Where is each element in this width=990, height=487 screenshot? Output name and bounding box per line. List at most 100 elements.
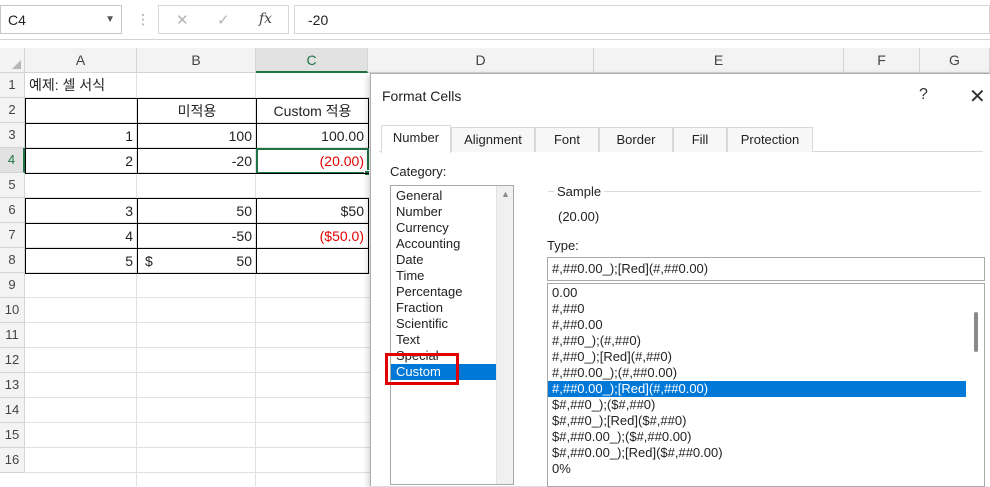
- category-list[interactable]: General Number Currency Accounting Date …: [390, 185, 514, 485]
- cell-c7[interactable]: ($50.0): [256, 223, 369, 249]
- type-item[interactable]: #,##0_);(#,##0): [548, 333, 966, 349]
- column-header-e[interactable]: E: [594, 48, 844, 73]
- row-header-16[interactable]: 16: [0, 448, 25, 473]
- cell-b3[interactable]: 100: [137, 123, 257, 149]
- cell-a4[interactable]: 2: [25, 148, 138, 174]
- enter-icon[interactable]: ✓: [217, 11, 230, 29]
- close-icon[interactable]: ✕: [969, 84, 986, 109]
- name-box[interactable]: C4 ▼: [0, 5, 122, 34]
- row-header-9[interactable]: 9: [0, 273, 25, 298]
- row-header-2[interactable]: 2: [0, 98, 25, 123]
- annotation-highlight-box: [385, 353, 459, 385]
- cell-a7[interactable]: 4: [25, 223, 138, 249]
- category-item[interactable]: Time: [391, 268, 497, 284]
- dialog-tabs: Number Alignment Font Border Fill Protec…: [379, 125, 983, 153]
- type-item[interactable]: 0.00: [548, 285, 966, 301]
- cell-a6[interactable]: 3: [25, 198, 138, 224]
- cell-b4[interactable]: -20: [137, 148, 257, 174]
- scroll-thumb[interactable]: [974, 312, 978, 352]
- cell-a8[interactable]: 5: [25, 248, 138, 274]
- chevron-down-icon[interactable]: ▼: [105, 14, 115, 25]
- type-item[interactable]: #,##0_);[Red](#,##0): [548, 349, 966, 365]
- cell-b7[interactable]: -50: [137, 223, 257, 249]
- cancel-icon[interactable]: ✕: [176, 11, 189, 29]
- sample-label: Sample: [554, 184, 605, 199]
- column-header-g[interactable]: G: [920, 48, 990, 73]
- row-header-14[interactable]: 14: [0, 398, 25, 423]
- type-item[interactable]: $#,##0.00_);($#,##0.00): [548, 429, 966, 445]
- row-header-10[interactable]: 10: [0, 298, 25, 323]
- column-headers: A B C D E F G: [0, 48, 990, 73]
- formula-bar: C4 ▼ ⋮ ✕ ✓ fx -20: [0, 0, 990, 40]
- column-header-a[interactable]: A: [25, 48, 137, 73]
- cell-b8[interactable]: $ 50: [137, 248, 257, 274]
- type-input[interactable]: #,##0.00_);[Red](#,##0.00): [547, 257, 985, 281]
- category-item[interactable]: Date: [391, 252, 497, 268]
- cell-a1[interactable]: 예제: 셀 서식: [25, 73, 255, 98]
- insert-function-icon[interactable]: fx: [259, 11, 272, 27]
- row-header-6[interactable]: 6: [0, 198, 25, 223]
- tab-font[interactable]: Font: [535, 127, 599, 152]
- tab-protection[interactable]: Protection: [727, 127, 813, 152]
- column-header-b[interactable]: B: [137, 48, 256, 73]
- select-all-button[interactable]: [0, 48, 25, 73]
- tab-border[interactable]: Border: [599, 127, 673, 152]
- category-label: Category:: [390, 164, 447, 179]
- row-header-11[interactable]: 11: [0, 323, 25, 348]
- cell-a2[interactable]: [25, 98, 138, 124]
- column-header-c[interactable]: C: [256, 48, 368, 73]
- format-cells-dialog: Format Cells ? ✕ Number Alignment Font B…: [370, 73, 990, 487]
- tab-alignment[interactable]: Alignment: [451, 127, 535, 152]
- sample-value: (20.00): [558, 209, 600, 224]
- row-header-3[interactable]: 3: [0, 123, 25, 148]
- category-item[interactable]: Number: [391, 204, 497, 220]
- cell-c3[interactable]: 100.00: [256, 123, 369, 149]
- tab-number[interactable]: Number: [381, 125, 451, 153]
- type-scrollbar[interactable]: [967, 284, 984, 486]
- sample-frame: [548, 191, 981, 233]
- cell-row-5[interactable]: [25, 173, 369, 199]
- cell-a3[interactable]: 1: [25, 123, 138, 149]
- column-header-d[interactable]: D: [368, 48, 594, 73]
- formula-input[interactable]: -20: [294, 5, 990, 34]
- type-item[interactable]: #,##0.00: [548, 317, 966, 333]
- row-header-5[interactable]: 5: [0, 173, 25, 198]
- cell-c6[interactable]: $50: [256, 198, 369, 224]
- row-header-13[interactable]: 13: [0, 373, 25, 398]
- type-item[interactable]: $#,##0.00_);[Red]($#,##0.00): [548, 445, 966, 461]
- category-item[interactable]: Percentage: [391, 284, 497, 300]
- cell-b2[interactable]: 미적용: [137, 98, 257, 124]
- scroll-up-icon[interactable]: ▲: [501, 189, 510, 199]
- category-item[interactable]: Text: [391, 332, 497, 348]
- row-header-15[interactable]: 15: [0, 423, 25, 448]
- row-header-7[interactable]: 7: [0, 223, 25, 248]
- category-scrollbar[interactable]: ▲: [496, 186, 513, 484]
- tab-fill[interactable]: Fill: [673, 127, 727, 152]
- cell-c2[interactable]: Custom 적용: [256, 98, 369, 124]
- type-item-selected[interactable]: #,##0.00_);[Red](#,##0.00): [548, 381, 966, 397]
- type-item[interactable]: 0%: [548, 461, 966, 477]
- category-item[interactable]: General: [391, 188, 497, 204]
- help-icon[interactable]: ?: [919, 86, 928, 104]
- row-header-4[interactable]: 4: [0, 148, 25, 173]
- type-item[interactable]: #,##0.00_);(#,##0.00): [548, 365, 966, 381]
- row-header-1[interactable]: 1: [0, 73, 25, 98]
- dialog-title: Format Cells: [382, 88, 462, 104]
- drag-handle-icon[interactable]: ⋮: [136, 9, 150, 29]
- type-item[interactable]: $#,##0_);($#,##0): [548, 397, 966, 413]
- category-item[interactable]: Scientific: [391, 316, 497, 332]
- category-item[interactable]: Accounting: [391, 236, 497, 252]
- type-item[interactable]: $#,##0_);[Red]($#,##0): [548, 413, 966, 429]
- currency-symbol: $: [145, 253, 153, 269]
- cell-c8[interactable]: [256, 248, 369, 274]
- type-item[interactable]: #,##0: [548, 301, 966, 317]
- row-header-12[interactable]: 12: [0, 348, 25, 373]
- type-list[interactable]: 0.00 #,##0 #,##0.00 #,##0_);(#,##0) #,##…: [547, 283, 985, 487]
- row-header-8[interactable]: 8: [0, 248, 25, 273]
- formula-value: -20: [308, 12, 329, 28]
- cell-b6[interactable]: 50: [137, 198, 257, 224]
- cell-c4[interactable]: (20.00): [256, 148, 369, 174]
- column-header-f[interactable]: F: [844, 48, 920, 73]
- category-item[interactable]: Currency: [391, 220, 497, 236]
- category-item[interactable]: Fraction: [391, 300, 497, 316]
